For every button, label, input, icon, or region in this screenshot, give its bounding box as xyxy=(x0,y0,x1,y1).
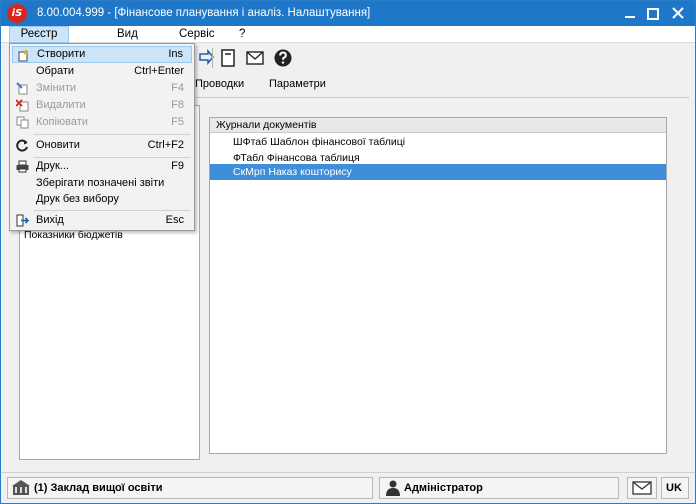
language-code: UK xyxy=(666,482,682,494)
toolbar-document-button[interactable] xyxy=(218,48,238,68)
refresh-icon xyxy=(16,139,28,152)
mail-icon xyxy=(246,51,264,65)
list-header[interactable]: Журнали документів xyxy=(210,118,666,133)
document-list-panel: Журнали документів ШФтаб Шаблон фінансов… xyxy=(209,117,667,454)
copy-icon xyxy=(16,116,29,129)
organization-name: (1) Заклад вищої освіти xyxy=(34,482,163,494)
tab-postings[interactable]: Проводки xyxy=(195,78,244,90)
menu-separator xyxy=(34,134,190,135)
tab-parameters[interactable]: Параметри xyxy=(269,78,326,90)
toolbar-arrow-button[interactable] xyxy=(196,48,216,68)
toolbar-mail-button[interactable] xyxy=(245,48,265,68)
menu-help[interactable]: ? xyxy=(233,26,251,43)
delete-icon xyxy=(16,99,29,112)
document-icon xyxy=(221,49,235,67)
toolbar-help-button[interactable] xyxy=(273,48,293,68)
list-item-selected[interactable]: СкМрп Наказ кошторису xyxy=(210,164,666,180)
building-icon xyxy=(12,480,30,495)
main-window: iS 8.00.004.999 - [Фінансове планування … xyxy=(0,0,696,504)
status-bar: (1) Заклад вищої освіти Адміністратор UK xyxy=(1,472,695,503)
menu-item-print-without-selection[interactable]: Друк без вибору xyxy=(12,191,192,208)
mail-icon xyxy=(632,481,652,495)
menu-item-exit[interactable]: Вихід Esc xyxy=(12,212,192,229)
user-cell[interactable]: Адміністратор xyxy=(379,477,619,499)
create-icon xyxy=(18,49,29,62)
menu-item-copy[interactable]: Копіювати F5 xyxy=(12,114,192,131)
exit-icon xyxy=(16,214,29,227)
edit-icon xyxy=(16,82,28,95)
list-item[interactable]: ШФтаб Шаблон фінансової таблиці xyxy=(210,134,666,150)
minimize-button[interactable] xyxy=(619,1,641,26)
menu-item-delete[interactable]: Видалити F8 xyxy=(12,97,192,114)
app-logo-icon: iS xyxy=(7,4,27,23)
close-button[interactable] xyxy=(667,1,689,26)
menu-view[interactable]: Вид xyxy=(111,26,144,43)
menu-service[interactable]: Сервіс xyxy=(173,26,221,43)
language-indicator[interactable]: UK xyxy=(661,477,689,499)
print-icon xyxy=(16,160,29,173)
maximize-button[interactable] xyxy=(641,1,663,26)
mail-status-button[interactable] xyxy=(627,477,657,499)
menu-item-edit[interactable]: Змінити F4 xyxy=(12,80,192,97)
title-bar[interactable]: iS 8.00.004.999 - [Фінансове планування … xyxy=(1,1,695,26)
close-icon xyxy=(672,7,684,19)
user-name: Адміністратор xyxy=(404,482,483,494)
menu-item-create[interactable]: Створити Ins xyxy=(12,46,192,63)
arrow-right-icon xyxy=(199,48,214,66)
user-icon xyxy=(386,480,400,496)
registry-dropdown-menu: Створити Ins Обрати Ctrl+Enter Змінити F… xyxy=(9,43,195,231)
menu-item-save-marked-reports[interactable]: Зберігати позначені звіти xyxy=(12,175,192,192)
organization-cell[interactable]: (1) Заклад вищої освіти xyxy=(7,477,373,499)
help-icon xyxy=(274,49,292,67)
menu-bar: Реєстр Вид Сервіс ? xyxy=(1,26,695,43)
menu-registry[interactable]: Реєстр xyxy=(9,26,69,43)
menu-item-select[interactable]: Обрати Ctrl+Enter xyxy=(12,63,192,80)
window-title: 8.00.004.999 - [Фінансове планування і а… xyxy=(37,7,371,19)
menu-separator xyxy=(34,210,190,211)
menu-item-print[interactable]: Друк... F9 xyxy=(12,158,192,175)
menu-item-refresh[interactable]: Оновити Ctrl+F2 xyxy=(12,137,192,154)
toolbar-separator xyxy=(212,48,213,68)
